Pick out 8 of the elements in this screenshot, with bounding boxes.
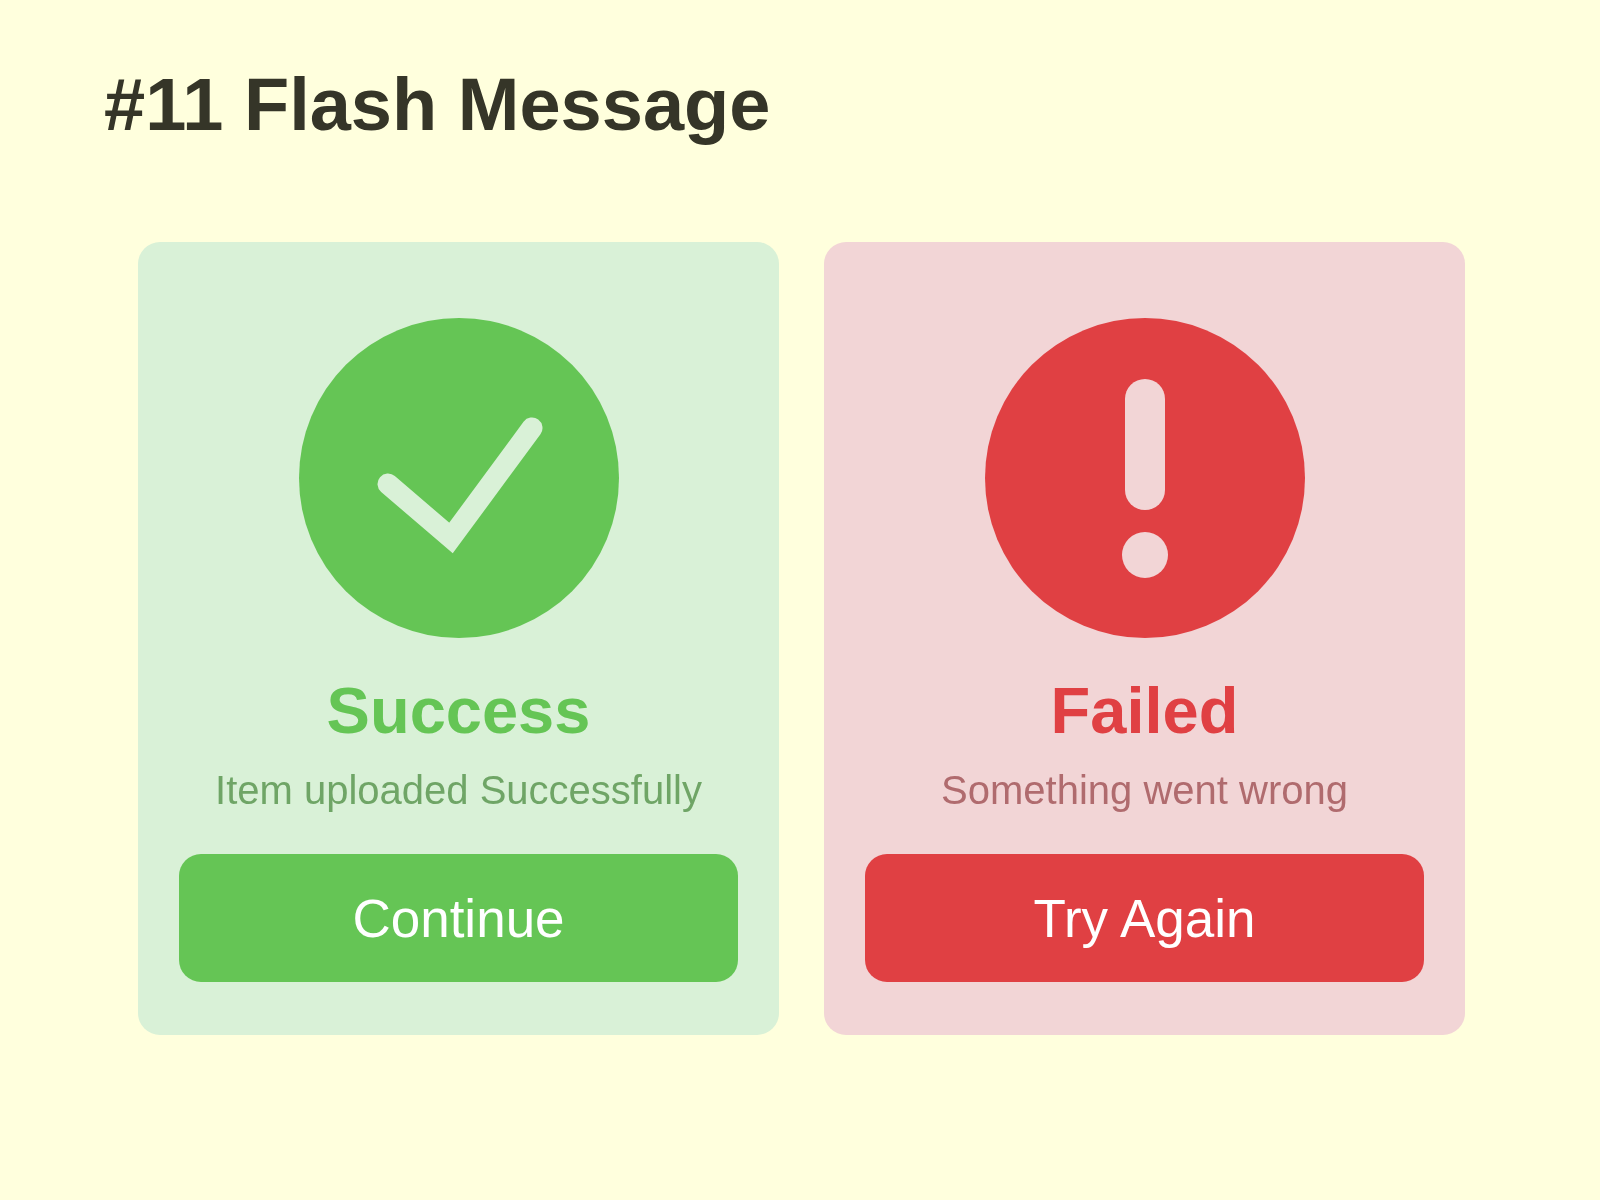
action-button[interactable]: Try Again [865, 854, 1424, 982]
message-heading: Failed [1050, 678, 1239, 743]
message-text: Item uploaded Successfully [215, 767, 702, 814]
message-heading: Success [326, 678, 591, 743]
exclamation-circle-icon [984, 318, 1305, 638]
message-text: Something went wrong [941, 767, 1348, 814]
action-button[interactable]: Continue [179, 854, 738, 982]
check-circle-icon [298, 318, 619, 638]
